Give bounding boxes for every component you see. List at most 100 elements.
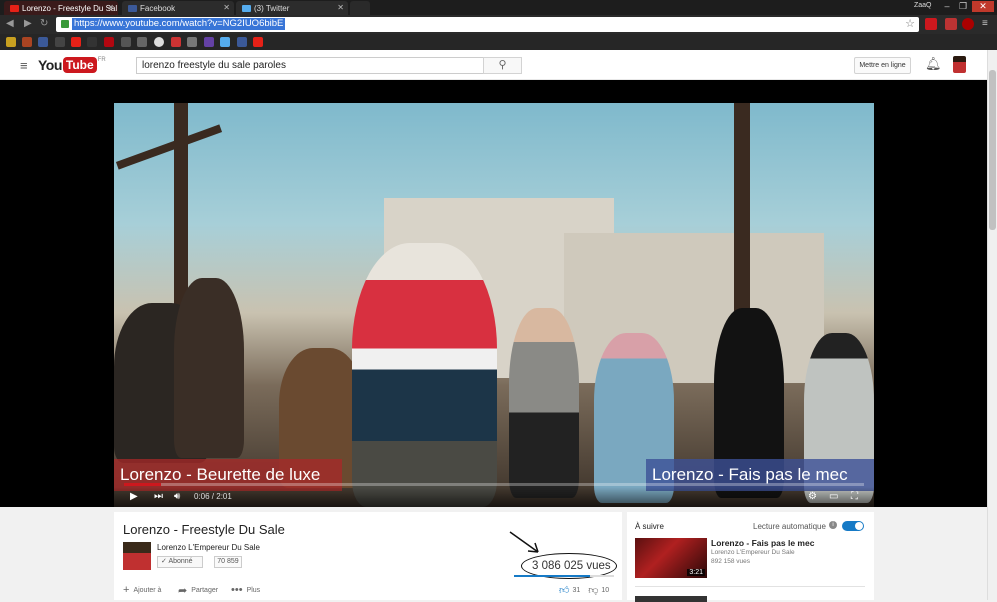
progress-played xyxy=(124,483,161,486)
tab-twitter[interactable]: (3) Twitter ✕ xyxy=(236,1,348,15)
plus-icon: + xyxy=(123,584,130,596)
lock-icon xyxy=(61,20,69,28)
guide-menu-icon[interactable]: ≡ xyxy=(20,58,28,73)
search-icon: ⚲ xyxy=(498,59,507,71)
divider xyxy=(635,586,865,587)
info-icon[interactable]: i xyxy=(829,521,837,529)
autoplay-toggle[interactable] xyxy=(842,521,864,531)
add-label: Ajouter à xyxy=(133,586,162,594)
logo-you: You xyxy=(38,57,62,73)
back-icon[interactable]: ◀ xyxy=(6,18,14,29)
close-tab-icon[interactable]: ✕ xyxy=(223,3,230,12)
bookmark-icon[interactable] xyxy=(6,37,16,47)
close-window-button[interactable]: ✕ xyxy=(972,1,994,12)
account-avatar[interactable] xyxy=(953,56,966,73)
subscriber-count: 70 859 xyxy=(214,556,242,568)
twitch-bookmark-icon[interactable] xyxy=(204,37,214,47)
person-image xyxy=(352,243,497,507)
youtube-bookmark-icon[interactable] xyxy=(253,37,263,47)
bookmark-icon[interactable] xyxy=(137,37,147,47)
bookmark-icon[interactable] xyxy=(121,37,131,47)
omnibox[interactable]: https://www.youtube.com/watch?v=NG2IUO6b… xyxy=(56,17,919,32)
upload-button[interactable]: Mettre en ligne xyxy=(854,57,911,74)
extension-icon[interactable] xyxy=(962,18,974,30)
share-label: Partager xyxy=(191,587,219,594)
close-tab-icon[interactable]: ✕ xyxy=(107,3,114,12)
channel-avatar[interactable] xyxy=(123,542,151,570)
netflix-bookmark-icon[interactable] xyxy=(104,37,114,47)
browser-tab-bar: Lorenzo - Freestyle Du Sal ✕ Facebook ✕ … xyxy=(0,0,997,15)
share-button[interactable]: ➦ Partager xyxy=(178,584,218,597)
view-count: 3 086 025 vues xyxy=(532,560,611,572)
notifications-bell-icon[interactable]: 🔔︎ xyxy=(925,56,942,72)
video-duration: 3:21 xyxy=(687,569,705,576)
fullscreen-icon[interactable]: ⛶ xyxy=(851,491,858,502)
thumbs-up-icon[interactable]: 👍︎ xyxy=(559,584,569,596)
next-video-2-thumbnail[interactable] xyxy=(635,596,707,602)
reload-icon[interactable]: ↻ xyxy=(40,18,48,29)
play-icon[interactable]: ▶ xyxy=(130,491,138,502)
scrollbar-thumb[interactable] xyxy=(989,70,996,230)
bookmark-icon[interactable] xyxy=(22,37,32,47)
tab-facebook[interactable]: Facebook ✕ xyxy=(122,1,234,15)
next-video-views: 892 158 vues xyxy=(711,558,751,565)
menu-icon[interactable]: ≡ xyxy=(982,18,988,29)
thumbs-down-icon[interactable]: 👎︎ xyxy=(588,584,598,596)
gmail-bookmark-icon[interactable] xyxy=(171,37,181,47)
dislike-count: 10 xyxy=(601,586,610,594)
bookmark-icon[interactable] xyxy=(87,37,97,47)
tab-title: Lorenzo - Freestyle Du Sal xyxy=(22,3,118,13)
minimize-button[interactable]: – xyxy=(940,1,954,12)
like-ratio-fill xyxy=(514,575,590,577)
bookmark-icon[interactable] xyxy=(38,37,48,47)
youtube-bookmark-icon[interactable] xyxy=(71,37,81,47)
next-video-title[interactable]: Lorenzo - Fais pas le mec xyxy=(711,538,814,548)
logo-region: FR xyxy=(97,57,106,63)
settings-icon[interactable]: ⚙ xyxy=(808,491,817,502)
subscribe-button[interactable]: ✓ Abonné xyxy=(157,556,203,568)
person-image xyxy=(174,278,244,458)
profile-name[interactable]: ZaaQ xyxy=(914,2,932,9)
next-video-thumbnail[interactable]: 3:21 xyxy=(635,538,707,578)
bookmarks-bar xyxy=(0,34,997,50)
facebook-bookmark-icon[interactable] xyxy=(237,37,247,47)
restore-button[interactable]: ❐ xyxy=(956,1,970,12)
search-button[interactable]: ⚲ xyxy=(483,57,522,74)
video-frame[interactable]: Lorenzo - Beurette de luxe Lorenzo - Fai… xyxy=(114,103,874,507)
video-info-panel: Lorenzo - Freestyle Du Sale Lorenzo L'Em… xyxy=(114,512,622,600)
tab-youtube[interactable]: Lorenzo - Freestyle Du Sal ✕ xyxy=(4,1,118,15)
search-input[interactable] xyxy=(136,57,484,74)
new-tab-button[interactable] xyxy=(350,1,370,15)
forward-icon[interactable]: ▶ xyxy=(24,18,32,29)
likes-area: 👍︎ 31 👎︎ 10 xyxy=(559,584,609,596)
more-button[interactable]: ••• Plus xyxy=(231,584,260,596)
extension-icon[interactable] xyxy=(925,18,937,30)
theater-mode-icon[interactable]: ▭ xyxy=(829,491,838,502)
progress-bar[interactable] xyxy=(124,483,864,486)
next-icon[interactable]: ⏭︎ xyxy=(154,491,163,502)
time-display: 0:06 / 2:01 xyxy=(194,492,232,501)
twitter-bookmark-icon[interactable] xyxy=(220,37,230,47)
bookmark-icon[interactable] xyxy=(55,37,65,47)
extension-icon[interactable] xyxy=(945,18,957,30)
bookmark-icon[interactable] xyxy=(154,37,164,47)
tab-title: Facebook xyxy=(140,3,176,13)
bookmark-icon[interactable] xyxy=(187,37,197,47)
close-tab-icon[interactable]: ✕ xyxy=(337,3,344,12)
like-count: 31 xyxy=(572,586,581,594)
share-icon: ➦ xyxy=(178,585,188,597)
page-scrollbar[interactable] xyxy=(987,50,997,600)
autoplay-label: Lecture automatique xyxy=(753,522,826,531)
bookmark-star-icon[interactable]: ☆ xyxy=(905,17,915,30)
more-label: Plus xyxy=(246,586,261,594)
logo-tube: Tube xyxy=(62,57,97,73)
url-text[interactable]: https://www.youtube.com/watch?v=NG2IUO6b… xyxy=(72,18,286,30)
video-title: Lorenzo - Freestyle Du Sale xyxy=(123,522,285,537)
volume-icon[interactable]: 🔊︎ xyxy=(174,491,180,502)
tree-image xyxy=(115,124,223,170)
channel-name[interactable]: Lorenzo L'Empereur Du Sale xyxy=(157,543,260,552)
up-next-sidebar: À suivre Lecture automatique i 3:21 Lore… xyxy=(627,512,874,602)
player-controls: ▶ ⏭︎ 🔊︎ 0:06 / 2:01 ⚙ ▭ ⛶ xyxy=(114,487,874,507)
youtube-logo[interactable]: You Tube FR xyxy=(38,57,106,73)
add-to-button[interactable]: + Ajouter à xyxy=(123,584,161,596)
